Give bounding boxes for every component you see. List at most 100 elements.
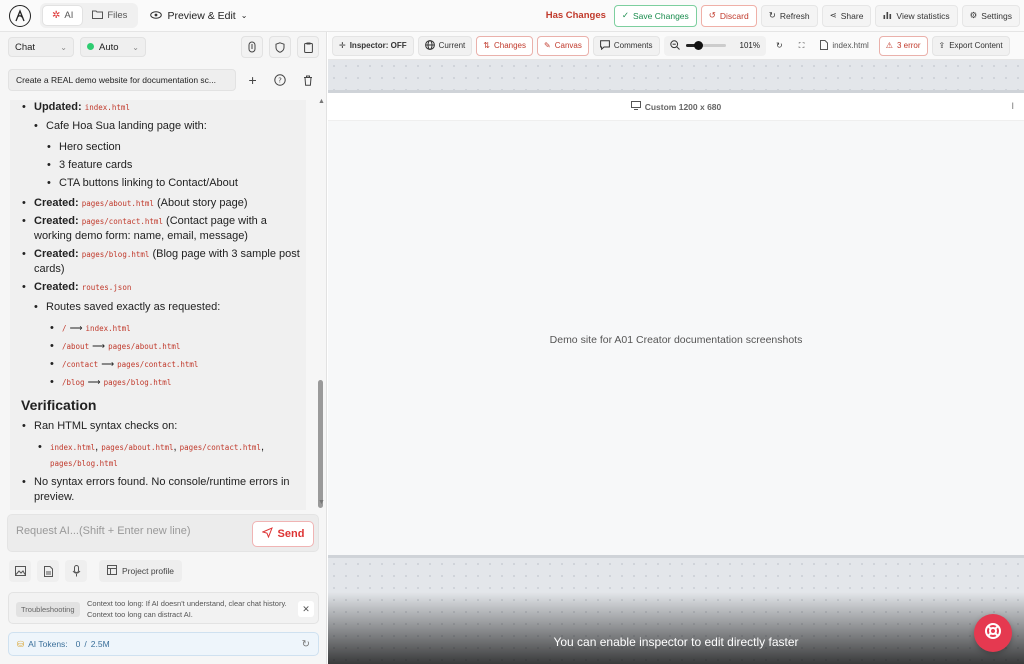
share-button[interactable]: ⋖ Share	[821, 4, 872, 27]
canvas-button[interactable]: ✎ Canvas	[537, 35, 589, 56]
code-filename: pages/about.html	[101, 443, 174, 452]
file-indicator[interactable]: index.html	[814, 36, 874, 56]
sparkle-icon: ✲	[52, 10, 61, 21]
compose-box[interactable]: Request AI...(Shift + Enter new line) Se…	[7, 514, 319, 552]
item-desc: (About story page)	[157, 197, 248, 209]
canvas-background-top	[328, 60, 1024, 90]
coins-icon: ⛁	[17, 638, 25, 649]
session-title[interactable]: Create a REAL demo website for documenta…	[8, 69, 236, 91]
list-item-cont: pages/blog.html	[50, 456, 118, 471]
chat-type-select[interactable]: Chat ⌄	[8, 37, 74, 57]
settings-button[interactable]: ⚙ Settings	[961, 4, 1020, 27]
troubleshooting-text: Context too long: If AI doesn't understa…	[87, 599, 287, 619]
settings-label: Settings	[981, 10, 1012, 21]
refresh-icon[interactable]: ↻	[302, 639, 310, 650]
tokens-used: 0	[75, 639, 81, 649]
code-filename: pages/contact.html	[81, 217, 163, 226]
route-path: /contact	[62, 360, 99, 369]
crosshair-icon: ✛	[339, 41, 346, 50]
document-icon[interactable]	[37, 560, 59, 582]
scroll-up-icon[interactable]: ▲	[318, 98, 325, 105]
zoom-slider[interactable]	[685, 41, 726, 50]
current-button[interactable]: Current	[417, 35, 473, 56]
arrow-icon: ⟶	[69, 323, 83, 333]
zoom-slider-handle[interactable]	[693, 41, 703, 50]
chat-messages: Updated: index.html Cafe Hoa Sua landing…	[10, 100, 306, 510]
plus-icon[interactable]: +	[242, 69, 264, 91]
mode-dropdown[interactable]: Preview & Edit ⌄	[150, 10, 247, 22]
comment-icon	[599, 39, 610, 52]
clipboard-icon[interactable]	[297, 36, 319, 58]
list-item: Created: routes.json	[22, 280, 132, 295]
warning-icon: ⚠	[885, 41, 893, 50]
help-lifebuoy-button[interactable]	[974, 614, 1012, 652]
created-label: Created:	[34, 281, 79, 293]
chat-scrollbar[interactable]	[318, 380, 323, 508]
inspector-toggle[interactable]: ✛ Inspector: OFF	[332, 35, 414, 56]
compose-tools: Project profile	[9, 560, 182, 582]
arrow-icon: ⟶	[92, 341, 106, 351]
route-file: pages/contact.html	[117, 360, 199, 369]
project-profile-button[interactable]: Project profile	[99, 560, 182, 582]
route-file: pages/about.html	[108, 342, 181, 351]
panel-tabs: ✲ AI Files	[40, 3, 139, 28]
item-desc: (Blog page with 3 sample post	[152, 248, 300, 260]
reload-icon[interactable]: ↻	[770, 36, 789, 56]
save-changes-button[interactable]: ✓ Save Changes	[613, 4, 697, 27]
route-file: pages/blog.html	[103, 378, 172, 387]
inspector-hint-overlay: You can enable inspector to edit directl…	[328, 592, 1024, 664]
tab-files[interactable]: Files	[83, 6, 136, 26]
trash-icon[interactable]	[297, 69, 319, 91]
refresh-button[interactable]: ↻ Refresh	[760, 4, 818, 27]
zoom-icon[interactable]	[669, 39, 680, 52]
inspector-hint-text: You can enable inspector to edit directl…	[553, 635, 799, 649]
separator: ,	[173, 441, 177, 453]
gear-icon: ⚙	[969, 10, 978, 20]
bar-chart-icon	[883, 11, 892, 21]
globe-icon	[424, 39, 435, 52]
microphone-icon[interactable]	[65, 560, 87, 582]
code-filename: pages/blog.html	[50, 459, 118, 468]
ai-panel: Chat ⌄ Auto ⌄ Create a REAL demo website…	[0, 32, 327, 664]
tokens-sep: /	[84, 639, 87, 649]
refresh-label: Refresh	[779, 10, 810, 21]
undo-icon: ↺	[708, 10, 716, 20]
code-filename: pages/contact.html	[179, 443, 261, 452]
code-filename: routes.json	[81, 283, 132, 292]
send-button[interactable]: Send	[252, 521, 314, 547]
tab-ai[interactable]: ✲ AI	[42, 5, 84, 26]
code-filename: pages/blog.html	[81, 250, 150, 259]
list-item: Updated: index.html	[22, 100, 130, 115]
demo-site-text: Demo site for A01 Creator documentation …	[549, 334, 803, 346]
route-item: /about ⟶ pages/about.html	[50, 339, 181, 354]
lifebuoy-icon	[984, 622, 1002, 645]
model-select[interactable]: Auto ⌄	[80, 37, 146, 57]
view-statistics-button[interactable]: View statistics	[875, 4, 958, 27]
error-badge[interactable]: ⚠ 3 error	[878, 35, 928, 56]
comments-button[interactable]: Comments	[592, 35, 660, 56]
help-icon[interactable]: ?	[269, 69, 291, 91]
item-desc-cont: working demo form: name, email, message)	[34, 230, 248, 242]
model-value: Auto	[99, 41, 119, 53]
export-content-button[interactable]: ⇪ Export Content	[931, 35, 1010, 56]
arrow-icon: ⟶	[101, 359, 115, 369]
section-heading: Verification	[21, 397, 97, 413]
error-label: 3 error	[896, 41, 921, 50]
scroll-down-icon[interactable]: ▼	[318, 499, 325, 506]
shield-icon[interactable]	[269, 36, 291, 58]
route-path: /about	[62, 342, 90, 351]
app-logo-icon[interactable]	[9, 4, 31, 27]
list-item: Routes saved exactly as requested:	[34, 300, 220, 314]
attach-clip-icon[interactable]	[241, 36, 263, 58]
code-filename: index.html	[50, 443, 96, 452]
fullscreen-icon[interactable]: ⛶	[793, 36, 811, 56]
save-label: Save Changes	[633, 10, 689, 21]
changes-button[interactable]: ⇅ Changes	[476, 35, 534, 56]
send-label: Send	[277, 528, 305, 540]
tab-files-label: Files	[107, 10, 128, 21]
discard-button[interactable]: ↺ Discard	[700, 4, 757, 27]
close-icon[interactable]: ✕	[298, 601, 314, 617]
image-icon[interactable]	[9, 560, 31, 582]
route-item: / ⟶ index.html	[50, 321, 131, 336]
page-preview[interactable]: Demo site for A01 Creator documentation …	[328, 121, 1024, 555]
